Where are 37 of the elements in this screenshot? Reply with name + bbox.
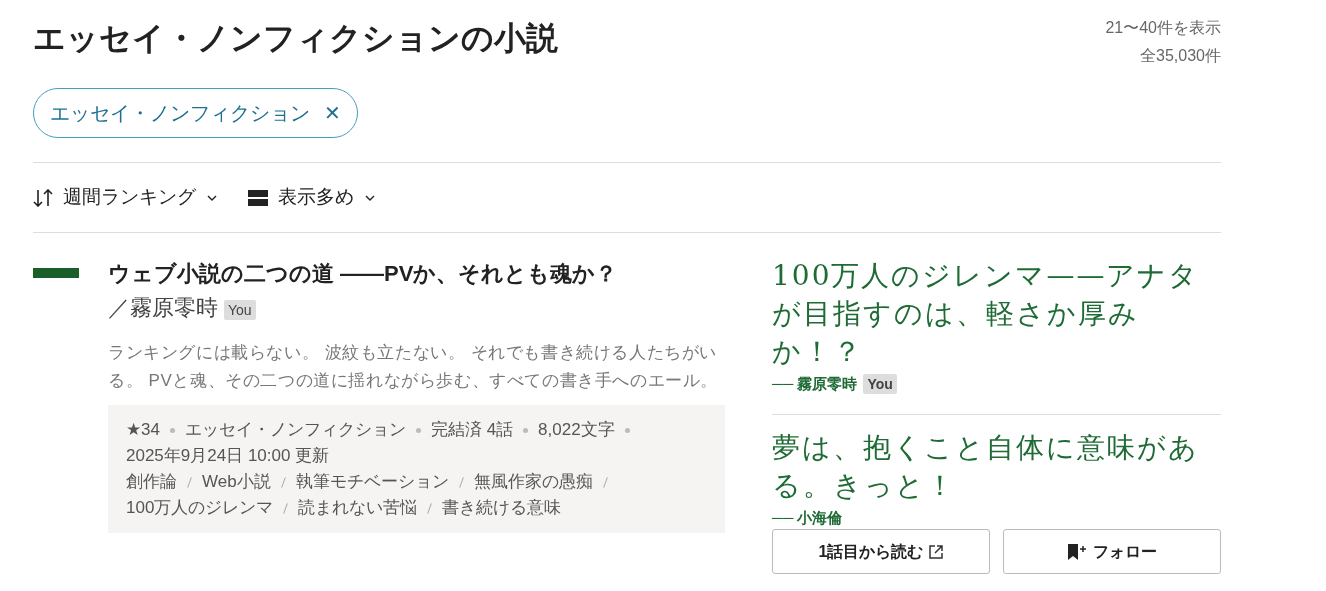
- view-dropdown[interactable]: 表示多め: [248, 183, 376, 212]
- review-catchphrase[interactable]: 100万人のジレンマ——アナタが目指すのは、軽さか厚みか！？: [772, 257, 1212, 371]
- result-range: 21〜40件を表示: [1105, 18, 1221, 38]
- meta-item: ★34: [126, 419, 160, 441]
- you-badge: You: [863, 374, 897, 395]
- meta-item: 完結済 4話: [430, 419, 514, 441]
- tag-link[interactable]: 100万人のジレンマ: [126, 495, 274, 521]
- page-title: エッセイ・ノンフィクションの小説: [33, 19, 558, 58]
- meta-item: エッセイ・ノンフィクション: [184, 419, 406, 441]
- filter-chip[interactable]: エッセイ・ノンフィクション ✕: [33, 88, 358, 138]
- tag-link[interactable]: 執筆モチベーション: [295, 469, 449, 495]
- tag-link[interactable]: 書き続ける意味: [442, 495, 562, 521]
- author-name[interactable]: ／霧原零時: [108, 291, 218, 325]
- chevron-down-icon: [206, 193, 218, 202]
- work-title[interactable]: ウェブ小説の二つの道 ——PVか、それとも魂か？: [108, 257, 725, 291]
- tag-link[interactable]: 無風作家の愚痴: [473, 469, 593, 495]
- bookmark-plus-icon: [1067, 542, 1087, 561]
- tag-link[interactable]: Web小説: [202, 469, 271, 495]
- external-link-icon: [929, 544, 944, 559]
- close-icon[interactable]: ✕: [324, 98, 341, 128]
- list-view-icon: [248, 188, 268, 207]
- sort-dropdown[interactable]: 週間ランキング: [33, 183, 218, 212]
- read-button[interactable]: 1話目から読む: [772, 529, 990, 574]
- rank-marker: [33, 268, 79, 278]
- result-total: 全35,030件: [1140, 46, 1221, 66]
- you-badge: You: [224, 300, 256, 320]
- review-author[interactable]: ── 霧原零時: [772, 373, 858, 396]
- review-catchphrase[interactable]: 夢は、抱くこと自体に意味がある。きっと！: [772, 428, 1212, 505]
- meta-item: 2025年9月24日 10:00 更新: [126, 445, 330, 467]
- follow-button[interactable]: フォロー: [1003, 529, 1221, 574]
- chevron-down-icon: [364, 193, 376, 202]
- work-description: ランキングには載らない。 波紋も立たない。 それでも書き続ける人たちがいる。 PVと魂、その二つの道に揺れながら歩む、すべての書き手へのエール。: [108, 342, 719, 392]
- tag-link[interactable]: 読まれない苦悩: [298, 495, 418, 521]
- tag-link[interactable]: 創作論: [126, 469, 177, 495]
- review-author[interactable]: ── 小海倫: [772, 506, 843, 529]
- meta-item: 8,022文字: [538, 419, 615, 441]
- sort-icon: [33, 188, 53, 207]
